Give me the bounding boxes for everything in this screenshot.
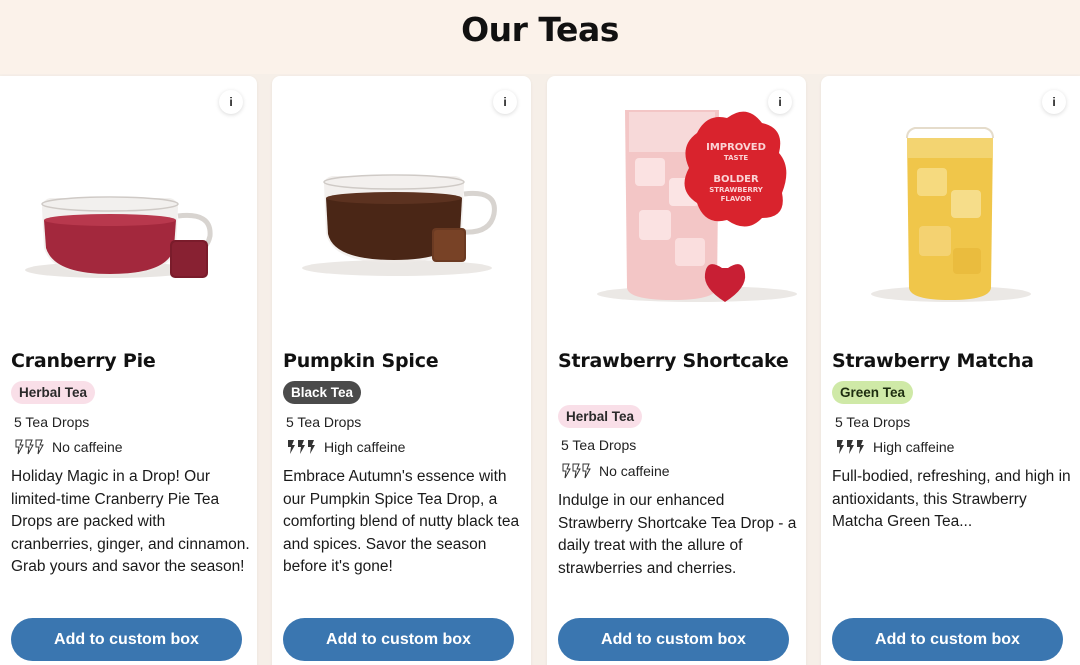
page-title: Our Teas xyxy=(461,9,619,49)
sticker-line-2: TASTE xyxy=(724,154,748,162)
pumpkin-spice-tea-cup-image xyxy=(302,174,497,276)
product-title: Strawberry Matcha xyxy=(832,350,1034,372)
product-description: Full-bodied, refreshing, and high in ant… xyxy=(832,468,1071,531)
product-description: Holiday Magic in a Drop! Our limited-tim… xyxy=(11,468,250,576)
caffeine-label: No caffeine xyxy=(52,439,123,455)
tea-drops-count: 5 Tea Drops xyxy=(835,414,911,430)
product-card-pumpkin-spice: i Pumpkin Spice Black Tea 5 Tea Drops Hi… xyxy=(272,76,531,665)
product-card-cranberry-pie: i Cranberry Pie Herbal Tea 5 Tea Drops N… xyxy=(0,76,257,665)
product-title: Pumpkin Spice xyxy=(283,350,439,372)
tea-type-badge: Herbal Tea xyxy=(11,381,96,404)
caffeine-label: High caffeine xyxy=(324,439,406,455)
caffeine-label: High caffeine xyxy=(873,439,955,455)
add-to-custom-box-button[interactable]: Add to custom box xyxy=(558,618,789,661)
caffeine-label: No caffeine xyxy=(599,463,670,479)
caffeine-bolt-empty-icon xyxy=(562,463,591,479)
tea-type-badge: Black Tea xyxy=(283,381,362,404)
add-to-custom-box-button[interactable]: Add to custom box xyxy=(283,618,514,661)
sticker-line-1: IMPROVED xyxy=(706,142,766,153)
caffeine-level: High caffeine xyxy=(286,439,405,455)
product-title: Strawberry Shortcake xyxy=(558,350,789,372)
tea-drops-count: 5 Tea Drops xyxy=(14,414,90,430)
product-description: Embrace Autumn's essence with our Pumpki… xyxy=(283,468,520,576)
sticker-line-3: BOLDER xyxy=(713,174,759,185)
add-to-custom-box-button[interactable]: Add to custom box xyxy=(832,618,1063,661)
product-description: Indulge in our enhanced Strawberry Short… xyxy=(558,492,797,577)
product-card-strawberry-shortcake: i IMPROVED TASTE BOLDER STRAWBERRY FLAVO… xyxy=(547,76,806,665)
caffeine-level: No caffeine xyxy=(561,463,670,479)
tea-type-badge: Herbal Tea xyxy=(558,405,643,428)
caffeine-bolt-full-icon xyxy=(288,440,315,454)
add-to-custom-box-button[interactable]: Add to custom box xyxy=(11,618,242,661)
sticker-line-5: FLAVOR xyxy=(721,195,752,203)
tea-drops-count: 5 Tea Drops xyxy=(286,414,362,430)
product-title: Cranberry Pie xyxy=(11,350,156,372)
sticker-line-4: STRAWBERRY xyxy=(709,186,764,194)
strawberry-matcha-iced-tea-image xyxy=(871,127,1031,302)
caffeine-level: High caffeine xyxy=(835,439,954,455)
caffeine-level: No caffeine xyxy=(14,439,123,455)
strawberry-shortcake-iced-tea-image: IMPROVED TASTE BOLDER STRAWBERRY FLAVOR xyxy=(597,110,797,302)
caffeine-bolt-full-icon xyxy=(837,440,864,454)
tea-drops-count: 5 Tea Drops xyxy=(561,437,637,453)
tea-type-badge: Green Tea xyxy=(832,381,914,404)
cranberry-tea-cup-image xyxy=(25,196,213,278)
page-header: Our Teas xyxy=(0,0,1080,74)
product-card-strawberry-matcha: i Strawberry Matcha Green Tea 5 Tea Drop… xyxy=(821,76,1080,665)
caffeine-bolt-empty-icon xyxy=(15,439,44,455)
